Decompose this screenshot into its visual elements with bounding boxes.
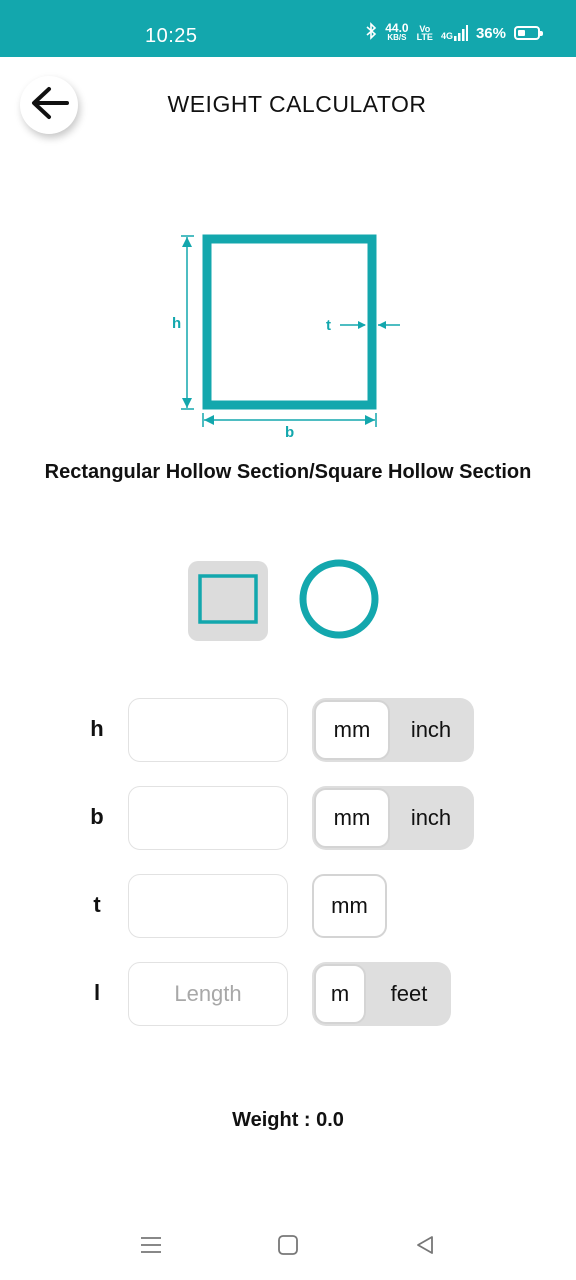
net-speed: 44.0 KB/S	[385, 21, 409, 42]
page-title: WEIGHT CALCULATOR	[167, 91, 427, 117]
diagram-label-t: t	[326, 317, 331, 334]
field-row-b: b mm inch	[0, 786, 576, 850]
input-b[interactable]	[128, 786, 288, 850]
battery-icon	[514, 26, 543, 40]
status-bar: 10:25 44.0 KB/S Vo LTE 4G 36%	[0, 0, 576, 57]
battery-percent: 36%	[475, 24, 506, 42]
unit-option-inch[interactable]: inch	[392, 786, 470, 850]
input-length[interactable]	[128, 962, 288, 1026]
net-speed-value: 44.0	[385, 21, 409, 35]
field-label-h: h	[90, 716, 104, 741]
section-diagram: h b t	[160, 225, 420, 450]
volte-icon: Vo LTE	[416, 25, 433, 42]
volte-bottom: LTE	[416, 32, 433, 42]
field-label-t: t	[93, 892, 101, 917]
unit-toggle-l: m feet	[312, 962, 451, 1026]
section-name: Rectangular Hollow Section/Square Hollow…	[44, 461, 532, 483]
system-nav-bar	[0, 1215, 576, 1275]
bluetooth-icon	[365, 22, 377, 44]
field-label-b: b	[90, 804, 104, 829]
field-label-l: l	[93, 980, 101, 1005]
shape-option-rectangle[interactable]	[188, 561, 268, 641]
signal-icon: 4G	[441, 25, 468, 41]
input-h[interactable]	[128, 698, 288, 762]
diagram-label-h: h	[172, 315, 181, 332]
diagram-label-b: b	[285, 424, 294, 441]
status-time: 10:25	[145, 25, 198, 47]
nav-back-button[interactable]	[405, 1227, 445, 1267]
field-row-h: h mm inch	[0, 698, 576, 762]
unit-option-mm[interactable]: mm	[312, 874, 387, 938]
menu-icon	[140, 1235, 162, 1260]
home-square-icon	[277, 1234, 299, 1261]
unit-option-mm[interactable]: mm	[314, 788, 390, 848]
nav-menu-button[interactable]	[131, 1227, 171, 1267]
field-row-t: t mm	[0, 874, 576, 938]
net-speed-unit: KB/S	[387, 33, 407, 42]
back-triangle-icon	[414, 1234, 436, 1261]
nav-home-button[interactable]	[268, 1227, 308, 1267]
unit-option-inch[interactable]: inch	[392, 698, 470, 762]
status-icons: 44.0 KB/S Vo LTE 4G 36%	[365, 21, 543, 44]
unit-toggle-b: mm inch	[312, 786, 474, 850]
rectangle-icon	[197, 573, 259, 630]
unit-option-feet[interactable]: feet	[368, 962, 450, 1026]
unit-option-m[interactable]: m	[314, 964, 366, 1024]
input-t[interactable]	[128, 874, 288, 938]
unit-toggle-h: mm inch	[312, 698, 474, 762]
unit-toggle-t: mm	[312, 874, 391, 938]
circle-icon	[298, 558, 380, 645]
shape-option-circle[interactable]	[299, 559, 379, 641]
unit-option-mm[interactable]: mm	[314, 700, 390, 760]
signal-label: 4G	[440, 31, 453, 41]
field-row-l: l m feet	[0, 962, 576, 1026]
weight-result: Weight : 0.0	[232, 1109, 344, 1131]
